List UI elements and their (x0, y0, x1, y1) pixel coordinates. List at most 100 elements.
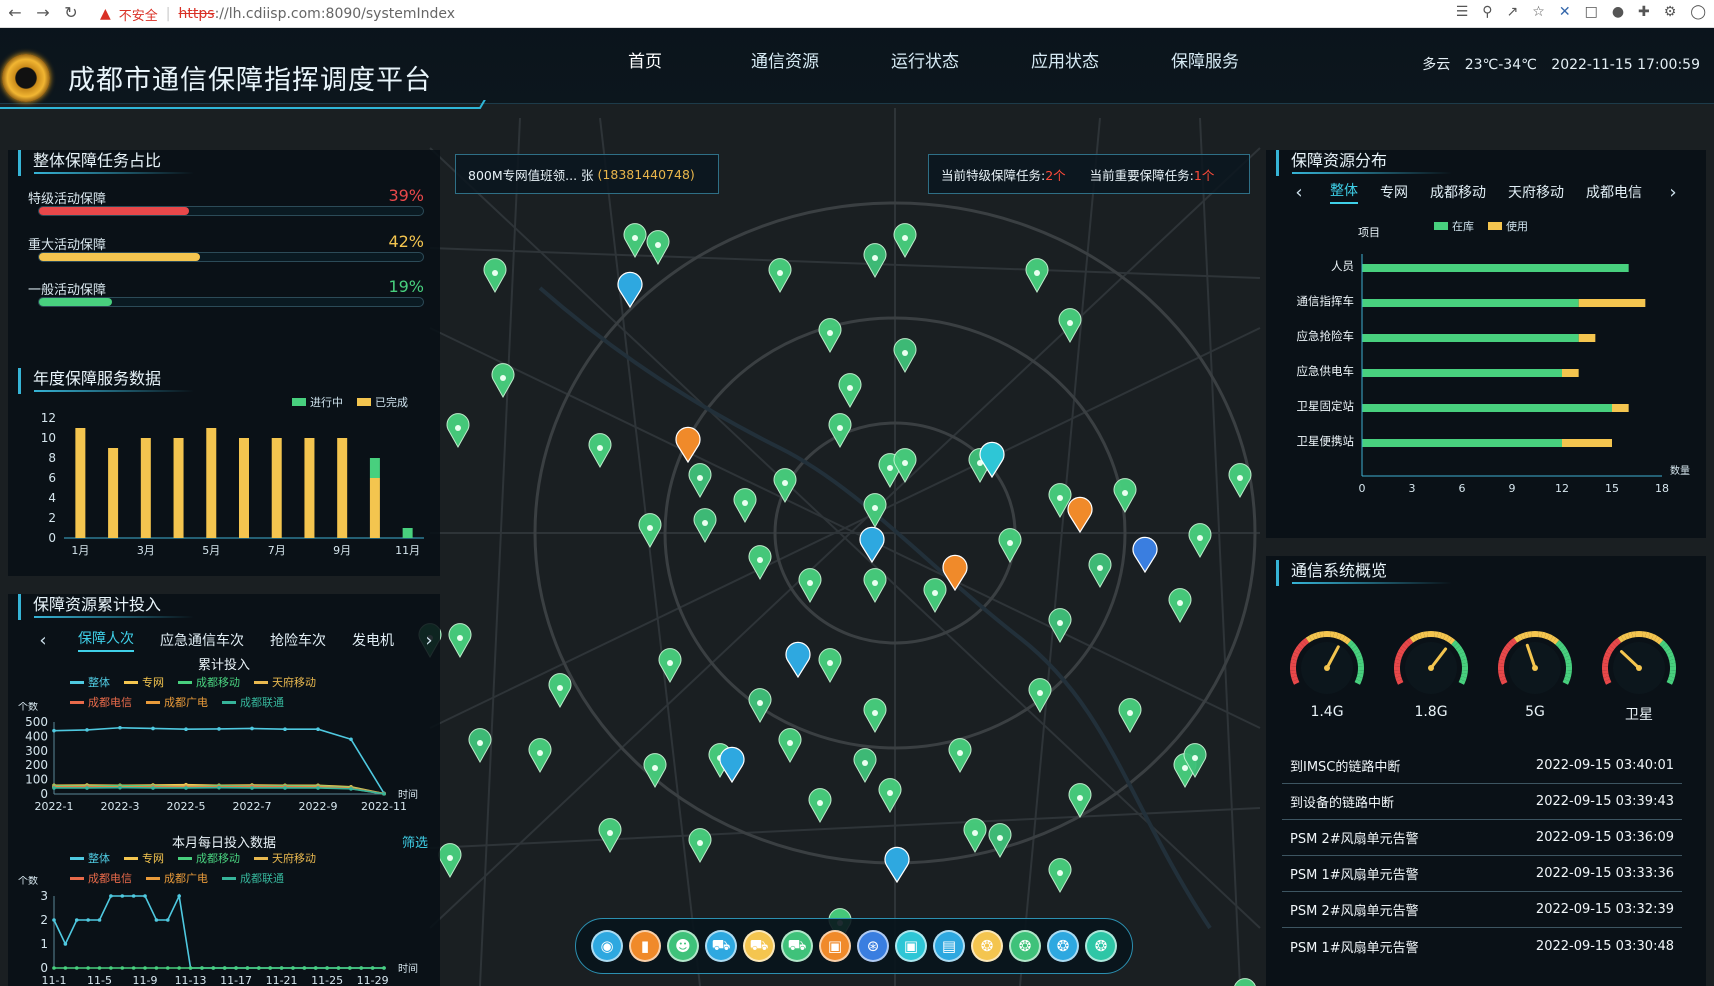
screen-icon[interactable]: ▣ (895, 930, 927, 962)
map-marker-dot (972, 830, 978, 836)
nav-service[interactable]: 保障服务 (1135, 52, 1275, 72)
antenna-icon[interactable]: ❂ (971, 930, 1003, 962)
gauge-arc (1409, 635, 1416, 643)
legend-label: 天府移动 (272, 676, 316, 689)
data-point (250, 726, 254, 731)
location-icon[interactable]: ◉ (591, 930, 623, 962)
tab-cd-mobile[interactable]: 成都移动 (1430, 182, 1486, 202)
map-marker-dot (872, 710, 878, 716)
data-point (86, 918, 90, 922)
tab-cd-telecom[interactable]: 成都电信 (1586, 182, 1642, 202)
nav-app-status[interactable]: 应用状态 (995, 52, 1135, 72)
data-point (211, 966, 216, 970)
alarm-row[interactable]: PSM 2#风扇单元告警 2022-09-15 03:32:39 (1282, 892, 1682, 928)
map-marker-dot (862, 760, 868, 766)
alarm-row[interactable]: PSM 1#风扇单元告警 2022-09-15 03:33:36 (1282, 856, 1682, 892)
tab-personnel[interactable]: 保障人次 (78, 628, 134, 652)
map-marker-dot (1182, 765, 1188, 771)
extension-icon[interactable]: ● (1612, 4, 1624, 20)
person-icon[interactable]: ☻ (667, 930, 699, 962)
map-marker-dot (1057, 620, 1063, 626)
alarm-row[interactable]: 到IMSC的链路中断 2022-09-15 03:40:01 (1282, 748, 1682, 784)
share-icon[interactable]: ↗ (1507, 4, 1519, 20)
nav-home[interactable]: 首页 (575, 52, 715, 72)
data-point (85, 728, 89, 732)
x-tick-label: 11-25 (311, 974, 343, 986)
map-marker-dot (697, 475, 703, 481)
back-icon[interactable]: ← (6, 4, 24, 22)
duty-phone: (18381440748) (597, 166, 695, 182)
legend-item: 天府移动 (254, 850, 316, 866)
tabs-prev-icon[interactable]: ‹ (34, 630, 52, 651)
x-tick-label: 5月 (202, 544, 220, 557)
dist-next-icon[interactable]: › (1664, 182, 1682, 203)
nav-resources[interactable]: 通信资源 (715, 52, 855, 72)
antenna-cyan-icon[interactable]: ❂ (1047, 930, 1079, 962)
gauge-arc (1562, 679, 1570, 685)
gauge-satellite: 卫星 (1594, 624, 1684, 724)
vehicle-icon[interactable]: ⛟ (705, 930, 737, 962)
data-point (291, 966, 295, 970)
bar-completed (173, 438, 184, 538)
gauge-arc (1668, 655, 1675, 661)
task-count-pill: 当前特级保障任务: 2个 当前重要保障任务: 1个 (928, 154, 1250, 194)
window-icon[interactable]: □ (1585, 4, 1598, 20)
data-point (151, 786, 155, 790)
tabs-next-icon[interactable]: › (420, 630, 438, 651)
data-point (349, 737, 353, 742)
tab-private-net[interactable]: 专网 (1380, 182, 1408, 202)
data-point (63, 966, 68, 970)
forward-icon[interactable]: → (34, 4, 52, 22)
van-icon[interactable]: ⛟ (781, 930, 813, 962)
book-icon[interactable]: ▤ (933, 930, 965, 962)
profile-icon[interactable]: ◯ (1690, 4, 1706, 20)
duty-pill[interactable]: 800M专网值班领... 张 (18381440748) (455, 154, 719, 194)
url-text[interactable]: https://lh.cdiisp.com:8090/systemIndex (179, 6, 456, 22)
map-marker-dot (655, 242, 661, 248)
dist-prev-icon[interactable]: ‹ (1290, 182, 1308, 203)
zoom-icon[interactable]: ⚲ (1482, 4, 1492, 20)
alarm-row[interactable]: 到设备的链路中断 2022-09-15 03:39:43 (1282, 784, 1682, 820)
nav-run-status[interactable]: 运行状态 (855, 52, 995, 72)
y-tick-label: 1 (40, 937, 48, 951)
gauge-arc (1564, 673, 1572, 678)
signal-icon[interactable]: ⊛ (857, 930, 889, 962)
tab-generator[interactable]: 发电机 (352, 630, 394, 650)
reload-icon[interactable]: ↻ (62, 4, 80, 22)
truck-icon[interactable]: ⛟ (743, 930, 775, 962)
plus-icon[interactable]: ✚ (1638, 4, 1650, 20)
alarm-table: 到IMSC的链路中断 2022-09-15 03:40:01 到设备的链路中断 20… (1282, 748, 1682, 964)
data-point (177, 966, 181, 970)
antenna-teal-icon[interactable]: ❂ (1085, 930, 1117, 962)
gauge-arc (1353, 648, 1361, 655)
x-tick-label: 18 (1655, 482, 1669, 495)
legend-label: 专网 (142, 852, 164, 865)
x-tick-label: 2022-1 (35, 800, 74, 812)
station-icon[interactable]: ▮ (629, 930, 661, 962)
gauge-arc (1291, 655, 1298, 661)
data-point (74, 918, 79, 922)
address-bar[interactable]: ▲ 不安全 | https://lh.cdiisp.com:8090/syste… (100, 3, 455, 25)
tab-tf-mobile[interactable]: 天府移动 (1508, 182, 1564, 202)
antenna-green-icon[interactable]: ❂ (1009, 930, 1041, 962)
extension-x-icon[interactable]: ✕ (1559, 4, 1571, 20)
star-icon[interactable]: ☆ (1532, 4, 1545, 20)
puzzle-icon[interactable]: ⚙ (1664, 4, 1677, 20)
translate-icon[interactable]: ☰ (1456, 4, 1469, 20)
special-task-label: 当前特级保障任务: (941, 167, 1046, 183)
gauge-arc (1631, 631, 1636, 638)
gauge-arc (1292, 679, 1300, 685)
alarm-row[interactable]: PSM 2#风扇单元告警 2022-09-15 03:36:09 (1282, 820, 1682, 856)
filter-button[interactable]: 筛选 (402, 832, 428, 851)
tab-overall[interactable]: 整体 (1330, 180, 1358, 204)
tab-emergency-vehicle[interactable]: 应急通信车次 (160, 630, 244, 650)
bar-in-stock (1362, 439, 1562, 447)
gauge-arc (1342, 635, 1349, 643)
map-marker-dot (1122, 490, 1128, 496)
alarm-row[interactable]: PSM 1#风扇单元告警 2022-09-15 03:30:48 (1282, 928, 1682, 964)
tab-rescue-vehicle[interactable]: 抢险车次 (270, 630, 326, 650)
map-marker-dot (1177, 600, 1183, 606)
x-tick-label: 1月 (71, 544, 89, 557)
tower-box-icon[interactable]: ▣ (819, 930, 851, 962)
y-tick-label: 400 (25, 729, 48, 743)
